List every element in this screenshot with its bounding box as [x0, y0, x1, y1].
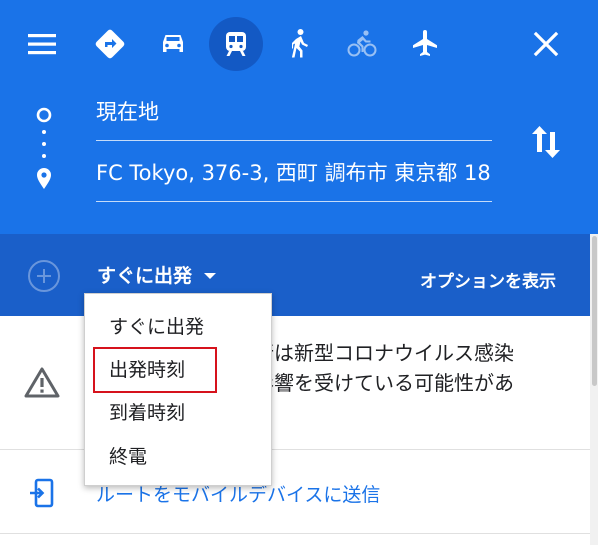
flight-icon	[413, 30, 437, 56]
walking-icon	[291, 29, 308, 58]
mode-best-route[interactable]	[83, 17, 137, 71]
depart-time-label: すぐに出発	[97, 265, 193, 287]
route-dots-icon	[30, 98, 58, 198]
mode-flights[interactable]	[398, 17, 452, 71]
dropdown-item-depart-at[interactable]: 出発時刻	[85, 350, 271, 390]
warning-icon	[24, 366, 60, 398]
car-icon	[163, 35, 183, 52]
travel-mode-bar	[0, 0, 598, 86]
mode-transit[interactable]	[209, 17, 263, 71]
destination-input[interactable]: FC Tokyo, 376-3, 西町 調布市 東京都 182	[96, 158, 492, 202]
add-circle-icon[interactable]	[26, 258, 62, 294]
cycling-icon	[347, 30, 377, 57]
depart-time-select[interactable]: すぐに出発	[97, 261, 217, 291]
depart-time-dropdown: すぐに出発 出発時刻 到着時刻 終電	[84, 293, 272, 486]
directions-icon	[95, 29, 125, 59]
show-options-link[interactable]: オプションを表示	[420, 267, 556, 292]
transit-icon	[226, 32, 246, 56]
swap-icon[interactable]	[528, 122, 564, 162]
scrollbar-thumb[interactable]	[592, 236, 597, 386]
mode-cycling[interactable]	[335, 17, 389, 71]
dropdown-item-leave-now[interactable]: すぐに出発	[85, 307, 271, 347]
menu-icon[interactable]	[22, 24, 62, 64]
origin-input[interactable]: 現在地	[96, 97, 492, 141]
send-to-device-icon	[28, 478, 56, 508]
mode-driving[interactable]	[146, 17, 200, 71]
dropdown-item-arrive-by[interactable]: 到着時刻	[85, 393, 271, 433]
dropdown-item-last-train[interactable]: 終電	[85, 437, 271, 477]
mode-walking[interactable]	[272, 17, 326, 71]
close-icon[interactable]	[526, 24, 566, 64]
chevron-down-icon	[204, 273, 217, 279]
